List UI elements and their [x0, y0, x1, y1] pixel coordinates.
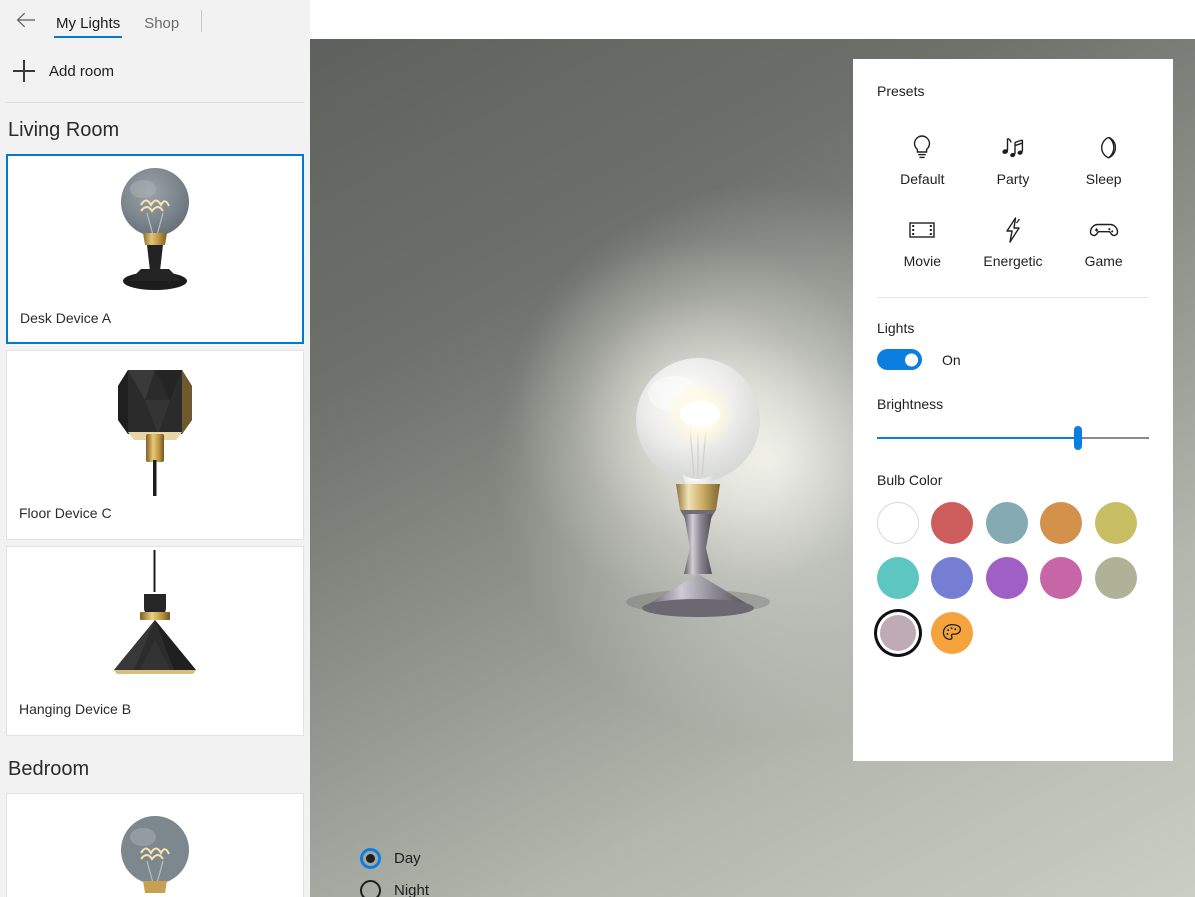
desk-lamp-icon [8, 156, 302, 308]
bulb-color-heading: Bulb Color [877, 472, 943, 488]
glowing-desk-lamp [508, 230, 888, 644]
lightning-bolt-icon [993, 213, 1033, 247]
presets-grid: Default Party Sleep Movie Energetic Game [877, 131, 1149, 269]
lightbulb-icon [902, 131, 942, 165]
radio-day-dot [366, 853, 375, 863]
lights-toggle-row: On [877, 349, 1149, 370]
brightness-slider[interactable] [877, 424, 1149, 452]
device-name-floor-device-c: Floor Device C [19, 505, 112, 521]
preset-sleep-label: Sleep [1085, 171, 1122, 187]
swatch-orange[interactable] [1040, 502, 1083, 544]
tab-bar: My Lights Shop [44, 2, 206, 38]
presets-heading: Presets [877, 83, 925, 99]
plus-icon [13, 60, 35, 82]
preset-movie[interactable]: Movie [877, 213, 968, 269]
toggle-knob [905, 353, 918, 366]
device-name-hanging-device-b: Hanging Device B [19, 701, 132, 717]
preset-party-label: Party [996, 171, 1030, 187]
preset-movie-label: Movie [903, 253, 941, 269]
slider-thumb[interactable] [1074, 426, 1083, 450]
preset-game-label: Game [1084, 253, 1123, 269]
swatch-yellow-olive[interactable] [1094, 502, 1137, 544]
tab-shop-label: Shop [144, 15, 180, 32]
film-strip-icon [902, 213, 942, 247]
device-card-floor-device-c[interactable]: Floor Device C [6, 350, 304, 540]
radio-day[interactable]: Day [360, 842, 429, 874]
tab-divider [201, 10, 203, 32]
tab-my-lights[interactable]: My Lights [44, 15, 132, 38]
gamepad-icon [1084, 213, 1124, 247]
swatch-mauve[interactable] [880, 615, 916, 651]
pendant-lamp-icon [7, 547, 303, 699]
lights-toggle[interactable] [877, 349, 922, 370]
lights-state-label: On [942, 351, 961, 368]
sidebar: My Lights Shop Add room Living Room Desk… [0, 0, 310, 897]
swatch-sage[interactable] [1094, 557, 1137, 599]
radio-night-label: Night [394, 881, 430, 897]
device-card-hanging-device-b[interactable]: Hanging Device B [6, 546, 304, 736]
tab-my-lights-label: My Lights [56, 15, 121, 32]
wall-sconce-icon [7, 351, 303, 503]
swatch-white[interactable] [877, 502, 919, 544]
palette-icon[interactable] [931, 612, 974, 654]
panel-divider [877, 297, 1149, 298]
swatch-pink[interactable] [1040, 557, 1083, 599]
room-title-bedroom: Bedroom [8, 758, 90, 780]
room-title-living-room: Living Room [8, 119, 120, 141]
swatch-steel-blue[interactable] [985, 502, 1028, 544]
radio-day-indicator [360, 847, 381, 869]
back-arrow-icon[interactable] [8, 2, 44, 38]
top-navigation-bar: My Lights Shop [0, 0, 310, 38]
moon-icon [1084, 131, 1124, 165]
device-name-desk-device-a: Desk Device A [20, 310, 112, 326]
lights-heading: Lights [877, 320, 915, 336]
preset-energetic-label: Energetic [983, 253, 1043, 269]
radio-day-label: Day [394, 849, 421, 867]
preset-party[interactable]: Party [968, 131, 1059, 187]
add-room-label: Add room [49, 62, 115, 80]
preset-default-label: Default [900, 171, 945, 187]
swatch-orchid[interactable] [985, 557, 1028, 599]
slider-fill [877, 437, 1079, 439]
device-card-desk-device-a[interactable]: Desk Device A [6, 154, 304, 344]
preset-default[interactable]: Default [877, 131, 968, 187]
preset-game[interactable]: Game [1058, 213, 1149, 269]
preset-sleep[interactable]: Sleep [1058, 131, 1149, 187]
desk-lamp-icon [7, 794, 303, 897]
radio-night[interactable]: Night [360, 874, 429, 897]
swatch-turquoise[interactable] [877, 557, 919, 599]
bulb-color-swatch-grid [877, 502, 1149, 654]
music-notes-icon [993, 131, 1033, 165]
swatch-periwinkle[interactable] [931, 557, 974, 599]
scene-mode-radio-group: Day Night [360, 842, 429, 897]
radio-night-indicator [360, 879, 381, 897]
preset-energetic[interactable]: Energetic [968, 213, 1059, 269]
swatch-red[interactable] [931, 502, 974, 544]
brightness-heading: Brightness [877, 396, 944, 412]
device-card-bedroom-first[interactable] [6, 793, 304, 897]
light-control-panel: Presets Default Party Sleep Movie Energe… [853, 59, 1173, 761]
tab-shop[interactable]: Shop [132, 15, 191, 38]
add-room-button[interactable]: Add room [0, 48, 310, 94]
smart-lights-app: My Lights Shop Add room Living Room Desk… [0, 0, 1195, 897]
